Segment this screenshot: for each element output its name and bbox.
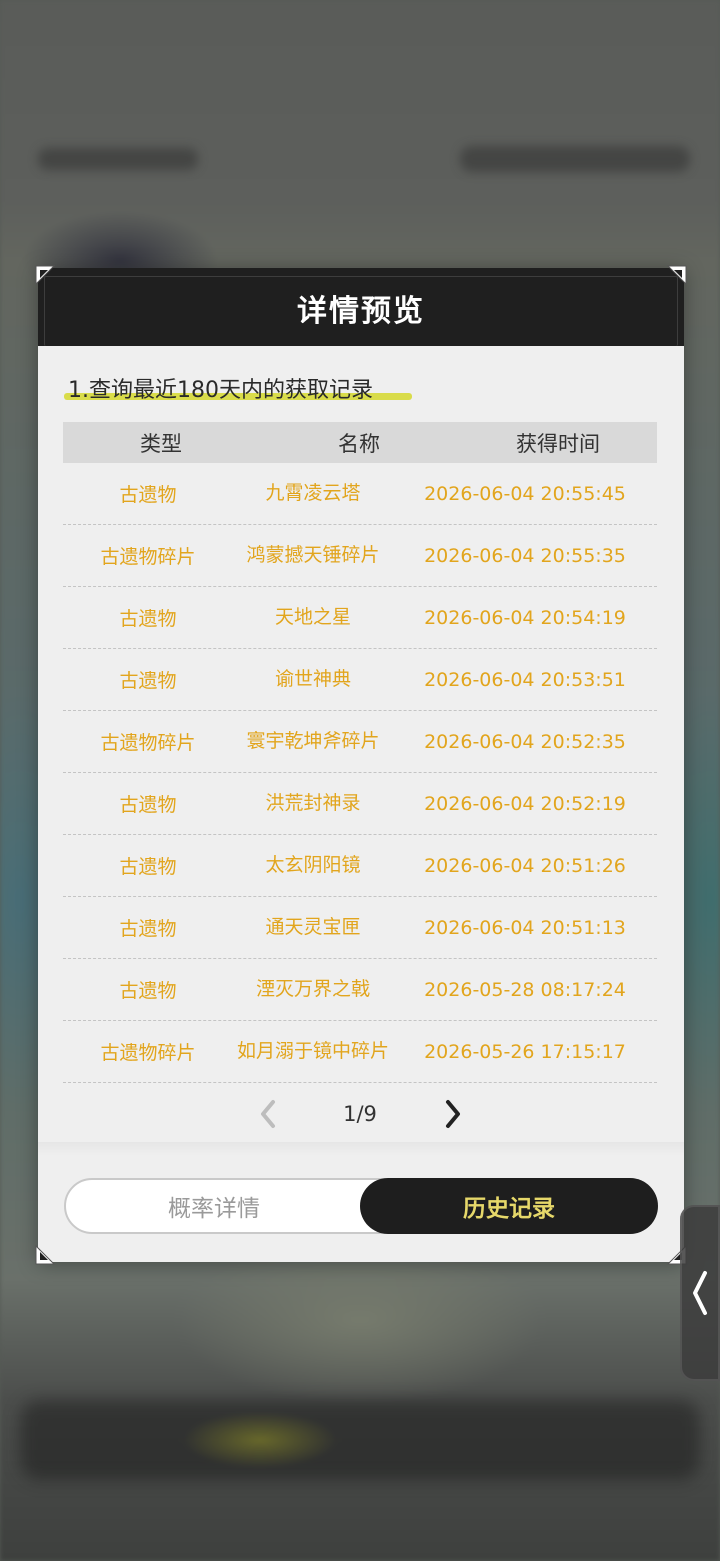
pagination: 1/9 [38,1094,684,1134]
tab-probability-details[interactable]: 概率详情 [66,1180,362,1232]
cell-time: 2026-06-04 20:55:45 [424,482,626,505]
cell-time: 2026-06-04 20:54:19 [424,606,626,629]
history-table: 类型 名称 获得时间 古遗物 九霄凌云塔 2026-06-04 20:55:45… [63,422,657,1083]
table-row: 古遗物 天地之星 2026-06-04 20:54:19 [63,587,657,649]
cell-type: 古遗物 [119,670,177,692]
cell-type: 古遗物 [119,794,177,816]
cell-time: 2026-06-04 20:51:26 [424,854,626,877]
table-row: 古遗物碎片 如月溺于镜中碎片 2026-05-26 17:15:17 [63,1021,657,1083]
table-row: 古遗物 通天灵宝匣 2026-06-04 20:51:13 [63,897,657,959]
chevron-left-icon [693,1271,707,1315]
cell-type: 古遗物碎片 [100,546,196,568]
side-expand-button[interactable] [680,1205,720,1381]
cell-time: 2026-06-04 20:52:35 [424,730,626,753]
cell-name: 洪荒封神录 [265,792,361,814]
header-name: 名称 [338,431,380,456]
table-row: 古遗物碎片 鸿蒙撼天锤碎片 2026-06-04 20:55:35 [63,525,657,587]
cell-time: 2026-05-26 17:15:17 [424,1040,626,1063]
cell-time: 2026-06-04 20:52:19 [424,792,626,815]
cell-name: 九霄凌云塔 [265,482,361,504]
table-row: 古遗物 太玄阴阳镜 2026-06-04 20:51:26 [63,835,657,897]
cell-time: 2026-06-04 20:55:35 [424,544,626,567]
blurred-background-shape [20,1400,700,1480]
cell-time: 2026-06-04 20:51:13 [424,916,626,939]
cell-time: 2026-06-04 20:53:51 [424,668,626,691]
blurred-background-shape [38,148,198,170]
cell-name: 天地之星 [274,606,351,628]
table-row: 古遗物 谕世神典 2026-06-04 20:53:51 [63,649,657,711]
cell-name: 通天灵宝匣 [265,916,361,938]
tab-switcher: 概率详情 历史记录 [64,1178,658,1234]
dialog-header: 详情预览 [38,268,684,346]
cell-name: 寰宇乾坤斧碎片 [246,730,380,752]
table-row: 古遗物碎片 寰宇乾坤斧碎片 2026-06-04 20:52:35 [63,711,657,773]
cell-type: 古遗物 [119,980,177,1002]
cell-name: 湮灭万界之戟 [255,978,370,1000]
cell-type: 古遗物 [119,484,177,506]
tab-history-records[interactable]: 历史记录 [360,1178,658,1234]
cell-name: 如月溺于镜中碎片 [236,1040,389,1062]
header-time: 获得时间 [516,431,600,456]
cell-name: 太玄阴阳镜 [265,854,361,876]
notice-text: 1.查询最近180天内的获取记录 [68,378,373,403]
table-header: 类型 名称 获得时间 [63,422,657,463]
corner-ornament-icon [34,1244,56,1266]
chevron-left-icon[interactable] [256,1098,280,1130]
chevron-right-icon[interactable] [441,1098,465,1130]
cell-type: 古遗物碎片 [100,732,196,754]
blurred-background-shape [460,146,690,172]
divider [38,1142,684,1156]
cell-name: 谕世神典 [274,668,351,690]
page-indicator: 1/9 [343,1102,377,1126]
cell-time: 2026-05-28 08:17:24 [424,978,626,1001]
table-row: 古遗物 湮灭万界之戟 2026-05-28 08:17:24 [63,959,657,1021]
cell-type: 古遗物 [119,856,177,878]
details-preview-dialog: 详情预览 1.查询最近180天内的获取记录 类型 名称 获得时间 古遗物 九霄凌… [35,265,687,1265]
table-row: 古遗物 九霄凌云塔 2026-06-04 20:55:45 [63,463,657,525]
table-row: 古遗物 洪荒封神录 2026-06-04 20:52:19 [63,773,657,835]
dialog-title: 详情预览 [297,294,425,329]
corner-ornament-icon [34,264,56,286]
header-type: 类型 [140,431,182,456]
cell-type: 古遗物 [119,608,177,630]
cell-type: 古遗物碎片 [100,1042,196,1064]
cell-name: 鸿蒙撼天锤碎片 [246,544,380,566]
cell-type: 古遗物 [119,918,177,940]
corner-ornament-icon [666,264,688,286]
